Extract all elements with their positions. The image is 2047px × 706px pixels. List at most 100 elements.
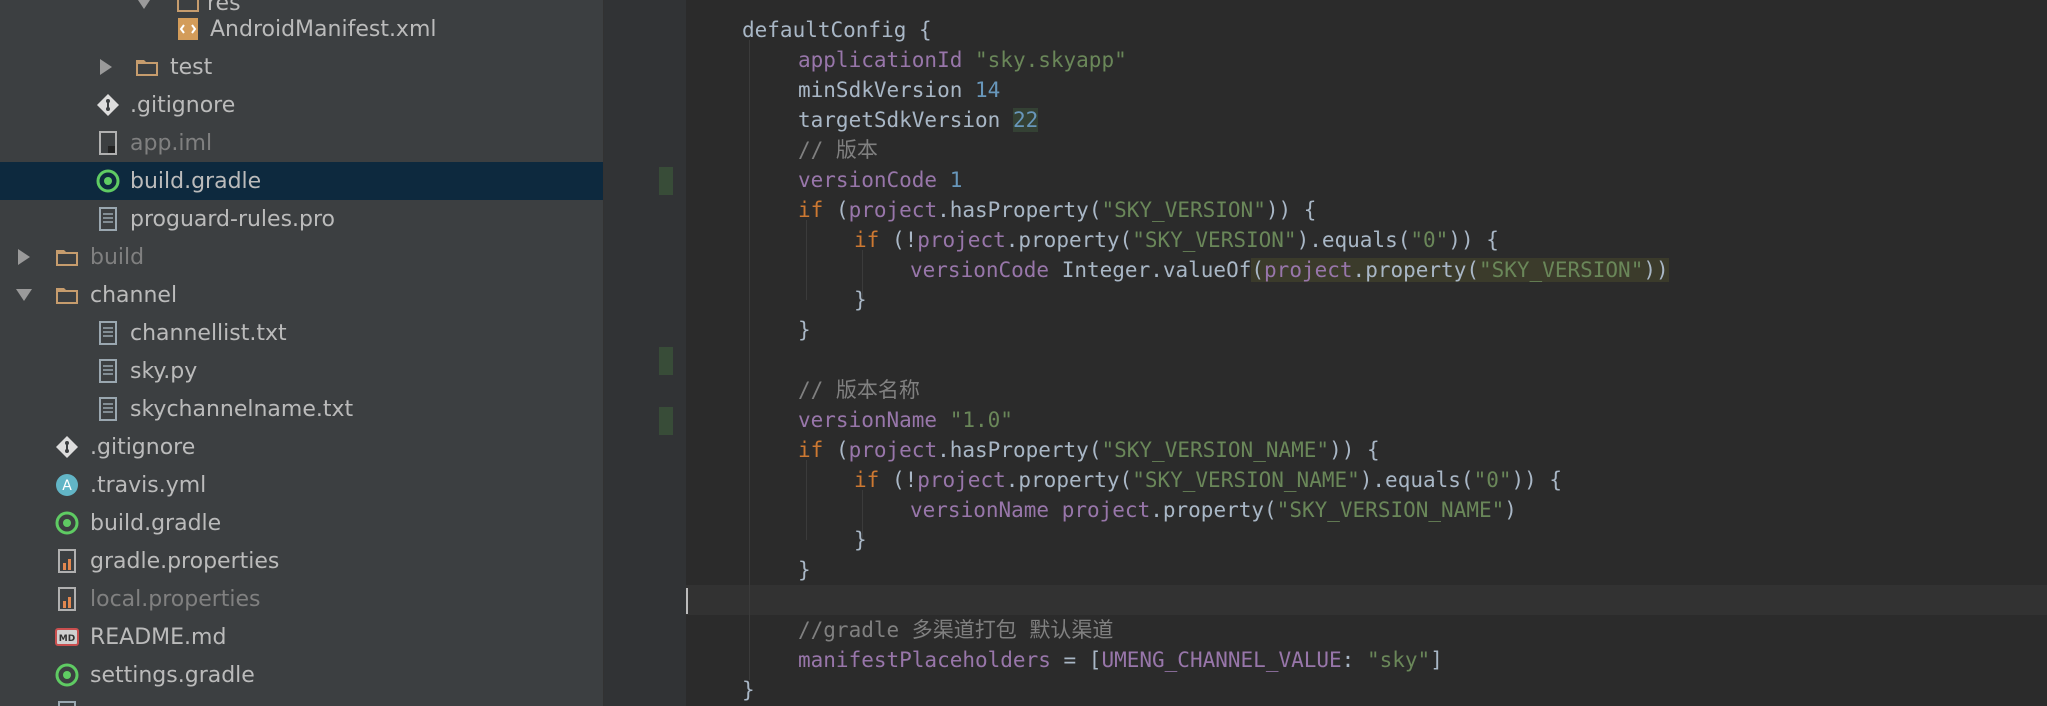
code-token: // 版本名称 — [798, 378, 920, 402]
code-line[interactable]: if (!project.property("SKY_VERSION_NAME"… — [854, 465, 1562, 495]
tree-item-local-properties[interactable]: local.properties — [0, 580, 603, 618]
code-line[interactable]: defaultConfig { — [742, 15, 932, 45]
properties-file-icon — [55, 587, 79, 611]
code-token: UMENG_CHANNEL_VALUE — [1101, 648, 1342, 672]
tree-item-skychannelname[interactable]: skychannelname.txt — [0, 390, 603, 428]
code-token: project — [848, 438, 938, 462]
tree-item-test[interactable]: test — [0, 48, 603, 86]
gradle-icon — [55, 511, 79, 535]
code-token: .property( — [1005, 228, 1133, 252]
code-token: if — [854, 468, 892, 492]
code-token: } — [798, 558, 811, 582]
code-token: (! — [891, 228, 918, 252]
code-line[interactable]: // 版本 — [798, 135, 878, 165]
tree-item-label: README.md — [90, 624, 227, 650]
code-line[interactable]: versionCode 1 — [798, 165, 962, 195]
git-file-icon — [96, 93, 120, 117]
expand-arrow-icon[interactable] — [136, 0, 152, 9]
tree-item-label: build — [90, 244, 145, 270]
code-line[interactable]: } — [854, 285, 867, 315]
tree-item-gradle-properties[interactable]: gradle.properties — [0, 542, 603, 580]
code-line[interactable]: targetSdkVersion 22 — [798, 105, 1039, 135]
tree-item-sky-py[interactable]: sky.py — [0, 352, 603, 390]
code-line[interactable]: if (project.hasProperty("SKY_VERSION_NAM… — [798, 435, 1380, 465]
code-line[interactable]: applicationId "sky.skyapp" — [798, 45, 1127, 75]
code-token: "SKY_VERSION_NAME" — [1132, 468, 1360, 492]
tree-item-build-gradle-selected[interactable]: build.gradle — [0, 162, 603, 200]
code-line[interactable]: versionName "1.0" — [798, 405, 1013, 435]
collapse-arrow-icon[interactable] — [100, 59, 112, 75]
tree-item-proguard-rules[interactable]: proguard-rules.pro — [0, 200, 603, 238]
code-line[interactable]: } — [798, 315, 811, 345]
tree-item-androidmanifest[interactable]: AndroidManifest.xml — [0, 10, 603, 48]
expand-arrow-icon[interactable] — [16, 289, 32, 301]
tree-item-channellist[interactable]: channellist.txt — [0, 314, 603, 352]
xml-file-icon — [176, 17, 200, 41]
code-line[interactable]: manifestPlaceholders = [UMENG_CHANNEL_VA… — [798, 645, 1443, 675]
code-token: .property( — [1005, 468, 1133, 492]
tree-item-label: sky.py — [130, 358, 198, 384]
code-line[interactable]: if (project.hasProperty("SKY_VERSION")) … — [798, 195, 1316, 225]
tree-item-label: test — [170, 54, 213, 80]
indent-guide — [806, 460, 807, 540]
tree-item-label: skychannelname.txt — [130, 396, 354, 422]
code-line[interactable]: versionName project.property("SKY_VERSIO… — [910, 495, 1517, 525]
markdown-file-icon: MD — [55, 625, 79, 649]
tree-item-app-iml[interactable]: app.iml — [0, 124, 603, 162]
code-token: "SKY_VERSION_NAME" — [1101, 438, 1330, 462]
tree-item-gitignore-root[interactable]: .gitignore — [0, 428, 603, 466]
code-line[interactable]: versionCode Integer.valueOf(project.prop… — [910, 255, 1669, 285]
collapse-arrow-icon[interactable] — [18, 249, 30, 265]
code-token: .property( — [1150, 498, 1277, 522]
code-token: project — [848, 198, 938, 222]
code-token: ] — [1430, 648, 1443, 672]
code-editor[interactable]: defaultConfig { applicationId "sky.skyapp… — [686, 0, 2047, 706]
properties-file-icon — [55, 549, 79, 573]
tree-item-label: gradle.properties — [90, 548, 280, 574]
code-line[interactable]: } — [798, 555, 811, 585]
tree-item-label: app.iml — [130, 130, 213, 156]
code-line[interactable]: minSdkVersion 14 — [798, 75, 1000, 105]
tree-item-label: .travis.yml — [90, 472, 207, 498]
code-line[interactable]: //gradle 多渠道打包 默认渠道 — [798, 615, 1113, 645]
code-line[interactable]: } — [854, 525, 867, 555]
code-token: ).equals( — [1359, 468, 1474, 492]
indent-guide — [749, 40, 750, 680]
code-token: // 版本 — [798, 138, 878, 162]
tree-item-readme[interactable]: MD README.md — [0, 618, 603, 656]
code-token: if — [854, 228, 892, 252]
code-token: //gradle 多渠道打包 默认渠道 — [798, 618, 1114, 642]
svg-text:A: A — [62, 478, 72, 494]
code-token: ).equals( — [1296, 228, 1411, 252]
code-token: applicationId — [798, 48, 976, 72]
code-line[interactable]: // 版本名称 — [798, 375, 920, 405]
tree-item-travis[interactable]: A .travis.yml — [0, 466, 603, 504]
text-file-icon — [96, 207, 120, 231]
tree-item-build-folder[interactable]: build — [0, 238, 603, 276]
tree-item-channel[interactable]: channel — [0, 276, 603, 314]
code-token: ( — [835, 438, 849, 462]
code-token: versionCode — [798, 168, 950, 192]
code-token: 14 — [975, 78, 1001, 102]
code-token: )) { — [1511, 468, 1563, 492]
code-token: Integer.valueOf — [1061, 258, 1252, 282]
code-token: } — [742, 678, 755, 702]
code-token: "0" — [1410, 228, 1449, 252]
code-line[interactable]: } — [742, 675, 755, 705]
code-token: )) — [1643, 258, 1669, 282]
iml-file-icon — [96, 131, 120, 155]
code-token: } — [854, 288, 867, 312]
tree-item-gitignore[interactable]: .gitignore — [0, 86, 603, 124]
text-file-icon — [96, 321, 120, 345]
gutter-fold-markers — [604, 0, 686, 706]
code-token: defaultConfig { — [742, 18, 932, 42]
code-token: : — [1341, 648, 1367, 672]
code-token: 22 — [1012, 108, 1039, 132]
code-token: manifestPlaceholders — [798, 648, 1064, 672]
code-token: versionCode — [910, 258, 1062, 282]
tree-item-settings-gradle[interactable]: settings.gradle — [0, 656, 603, 694]
tree-item-build-gradle-root[interactable]: build.gradle — [0, 504, 603, 542]
code-line[interactable]: if (!project.property("SKY_VERSION").equ… — [854, 225, 1499, 255]
tree-item-partial[interactable] — [0, 694, 603, 706]
text-file-icon — [96, 359, 120, 383]
